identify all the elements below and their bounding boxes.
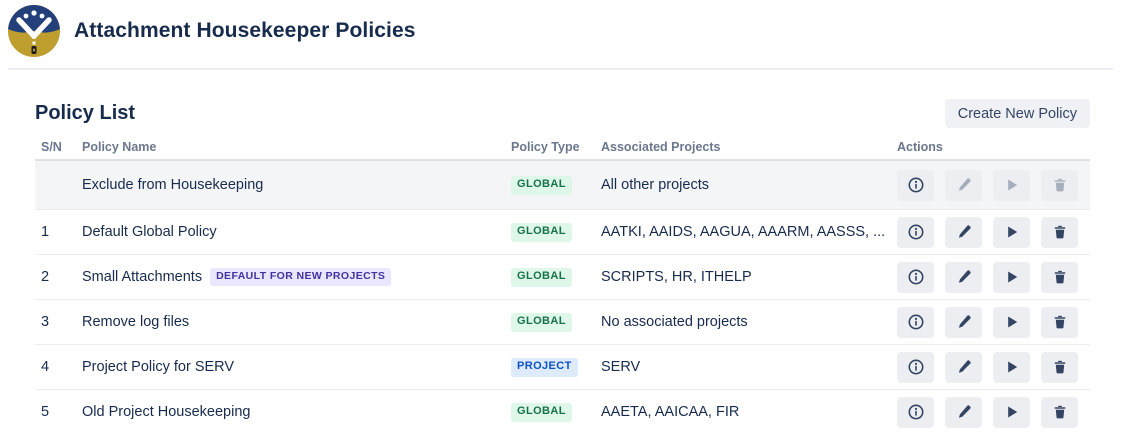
pencil-icon [956,177,972,193]
play-icon [1004,404,1020,420]
policy-name: Exclude from Housekeeping [82,177,263,193]
policy-type-badge: PROJECT [511,358,578,376]
delete-button [1041,170,1078,201]
edit-button[interactable] [945,217,982,248]
run-button[interactable] [993,217,1030,248]
trash-icon [1052,314,1068,330]
associated-projects: AAETA, AAICAA, FIR [601,404,897,420]
policy-name: Default Global Policy [82,224,217,240]
info-button[interactable] [897,307,934,338]
play-icon [1004,177,1020,193]
info-button[interactable] [897,397,934,428]
run-button[interactable] [993,307,1030,338]
pencil-icon [956,314,972,330]
pencil-icon [956,224,972,240]
policy-name: Old Project Housekeeping [82,404,250,420]
info-icon [907,403,925,421]
section-heading: Policy List [35,102,135,125]
info-icon [907,313,925,331]
associated-projects: No associated projects [601,314,897,330]
app-header: Attachment Housekeeper Policies [0,0,1121,62]
policy-name: Remove log files [82,314,189,330]
toolbar: Policy List Create New Policy [35,99,1090,128]
policy-name: Small Attachments [82,269,202,285]
row-sn: 5 [35,404,82,420]
table-row: 2 Small Attachments DEFAULT FOR NEW PROJ… [35,255,1090,300]
column-header-sn: S/N [35,140,82,154]
associated-projects: All other projects [601,177,897,193]
header-divider [8,68,1113,70]
table-header-row: S/N Policy Name Policy Type Associated P… [35,135,1090,161]
policy-name: Project Policy for SERV [82,359,234,375]
info-button[interactable] [897,262,934,293]
trash-icon [1052,269,1068,285]
info-icon [907,358,925,376]
row-sn: 2 [35,269,82,285]
page-title: Attachment Housekeeper Policies [74,19,416,43]
table-row: 1 Default Global Policy GLOBAL AATKI, AA… [35,210,1090,255]
associated-projects: AATKI, AAIDS, AAGUA, AAARM, AASSS, ... [601,224,897,240]
table-row-exclude: Exclude from Housekeeping GLOBAL All oth… [35,161,1090,210]
play-icon [1004,314,1020,330]
play-icon [1004,359,1020,375]
trash-icon [1052,359,1068,375]
play-icon [1004,224,1020,240]
edit-button[interactable] [945,262,982,293]
policy-type-badge: GLOBAL [511,268,572,286]
trash-icon [1052,177,1068,193]
associated-projects: SERV [601,359,897,375]
table-row: 5 Old Project Housekeeping GLOBAL AAETA,… [35,390,1090,432]
info-icon [907,223,925,241]
app-logo-icon [8,5,60,57]
table-row: 4 Project Policy for SERV PROJECT SERV [35,345,1090,390]
delete-button[interactable] [1041,397,1078,428]
edit-button[interactable] [945,397,982,428]
policy-type-badge: GLOBAL [511,176,572,194]
column-header-projects: Associated Projects [601,140,897,154]
trash-icon [1052,404,1068,420]
edit-button [945,170,982,201]
run-button [993,170,1030,201]
info-button[interactable] [897,170,934,201]
associated-projects: SCRIPTS, HR, ITHELP [601,269,897,285]
run-button[interactable] [993,262,1030,293]
pencil-icon [956,359,972,375]
info-icon [907,268,925,286]
column-header-actions: Actions [897,140,1090,154]
default-policy-badge: DEFAULT FOR NEW PROJECTS [210,268,391,286]
row-sn: 3 [35,314,82,330]
policy-type-badge: GLOBAL [511,223,572,241]
column-header-type: Policy Type [511,140,601,154]
info-icon [907,176,925,194]
column-header-name: Policy Name [82,140,511,154]
policy-type-badge: GLOBAL [511,313,572,331]
policy-table: S/N Policy Name Policy Type Associated P… [35,135,1090,432]
table-row: 3 Remove log files GLOBAL No associated … [35,300,1090,345]
info-button[interactable] [897,217,934,248]
delete-button[interactable] [1041,352,1078,383]
run-button[interactable] [993,397,1030,428]
delete-button[interactable] [1041,262,1078,293]
row-sn: 1 [35,224,82,240]
row-sn: 4 [35,359,82,375]
delete-button[interactable] [1041,307,1078,338]
trash-icon [1052,224,1068,240]
play-icon [1004,269,1020,285]
pencil-icon [956,404,972,420]
pencil-icon [956,269,972,285]
create-new-policy-button[interactable]: Create New Policy [945,99,1090,128]
run-button[interactable] [993,352,1030,383]
edit-button[interactable] [945,307,982,338]
delete-button[interactable] [1041,217,1078,248]
info-button[interactable] [897,352,934,383]
edit-button[interactable] [945,352,982,383]
policy-type-badge: GLOBAL [511,403,572,421]
